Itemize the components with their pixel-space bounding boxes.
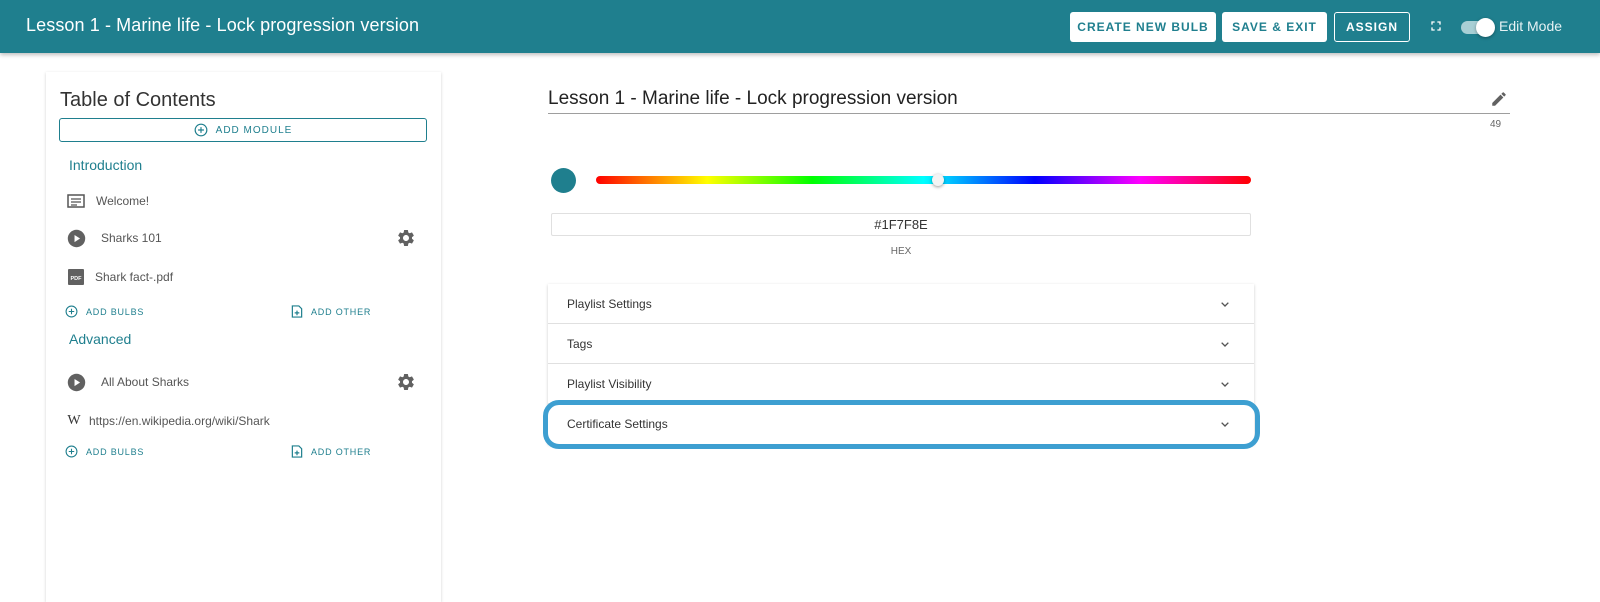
chevron-down-icon xyxy=(1221,422,1229,427)
add-other-button[interactable]: ADD OTHER xyxy=(291,305,371,318)
chevron-down-icon xyxy=(1221,302,1229,307)
wikipedia-icon: W xyxy=(67,413,81,428)
fullscreen-icon[interactable] xyxy=(1428,18,1444,34)
chevron-down-icon xyxy=(1221,382,1229,387)
accordion-playlist-visibility[interactable]: Playlist Visibility xyxy=(548,364,1254,404)
toc-title: Table of Contents xyxy=(60,89,216,111)
list-item-welcome[interactable]: Welcome! xyxy=(66,191,149,211)
add-circle-icon xyxy=(65,445,78,458)
add-file-icon xyxy=(291,445,303,458)
assign-button[interactable]: ASSIGN xyxy=(1334,12,1410,42)
chevron-down-icon xyxy=(1221,342,1229,347)
gear-icon[interactable] xyxy=(396,228,416,248)
hue-slider-handle[interactable] xyxy=(932,174,944,186)
color-swatch xyxy=(551,168,576,193)
accordion-label: Playlist Visibility xyxy=(567,377,652,391)
list-item-shark-fact-pdf[interactable]: PDF Shark fact-.pdf xyxy=(66,267,173,287)
settings-accordion: Playlist Settings Tags Playlist Visibili… xyxy=(548,284,1254,444)
add-other-label: ADD OTHER xyxy=(311,446,372,457)
playlist-name-value: Lesson 1 - Marine life - Lock progressio… xyxy=(548,88,958,109)
edit-mode-label: Edit Mode xyxy=(1499,18,1563,34)
pencil-icon[interactable] xyxy=(1490,90,1508,108)
list-item-sharks-101[interactable]: Sharks 101 xyxy=(66,228,162,248)
svg-text:PDF: PDF xyxy=(71,276,83,282)
item-label: Shark fact-.pdf xyxy=(95,270,174,284)
accordion-tags[interactable]: Tags xyxy=(548,324,1254,364)
add-circle-icon xyxy=(65,305,78,318)
add-module-label: ADD MODULE xyxy=(215,124,293,136)
accordion-certificate-settings[interactable]: Certificate Settings xyxy=(548,404,1254,444)
module-title-introduction[interactable]: Introduction xyxy=(69,157,142,173)
create-new-bulb-button[interactable]: CREATE NEW BULB xyxy=(1070,12,1216,42)
add-bulbs-label: ADD BULBS xyxy=(86,306,145,317)
playlist-name-input[interactable]: Lesson 1 - Marine life - Lock progressio… xyxy=(548,86,1510,114)
page-title: Lesson 1 - Marine life - Lock progressio… xyxy=(26,15,420,35)
add-circle-icon xyxy=(194,123,208,137)
add-bulbs-button[interactable]: ADD BULBS xyxy=(65,445,144,458)
item-label: Welcome! xyxy=(96,194,150,208)
gear-icon[interactable] xyxy=(396,372,416,392)
edit-mode-toggle[interactable] xyxy=(1461,17,1495,37)
top-app-bar: Lesson 1 - Marine life - Lock progressio… xyxy=(0,0,1600,53)
list-item-wikipedia-link[interactable]: W https://en.wikipedia.org/wiki/Shark xyxy=(66,411,270,431)
add-bulbs-button[interactable]: ADD BULBS xyxy=(65,305,144,318)
article-icon xyxy=(66,191,86,211)
accordion-playlist-settings[interactable]: Playlist Settings xyxy=(548,284,1254,324)
hue-slider[interactable] xyxy=(596,176,1251,184)
add-other-label: ADD OTHER xyxy=(311,306,372,317)
list-item-all-about-sharks[interactable]: All About Sharks xyxy=(66,372,189,392)
accordion-label: Tags xyxy=(567,337,593,351)
toggle-knob xyxy=(1476,18,1495,37)
accordion-label: Certificate Settings xyxy=(567,417,668,431)
add-module-button[interactable]: ADD MODULE xyxy=(59,118,427,142)
item-label: Sharks 101 xyxy=(101,231,162,245)
accordion-label: Playlist Settings xyxy=(567,297,652,311)
item-label: All About Sharks xyxy=(101,375,190,389)
hex-label: HEX xyxy=(890,246,912,257)
module-title-advanced[interactable]: Advanced xyxy=(69,331,131,347)
character-counter: 49 xyxy=(1490,119,1502,130)
table-of-contents-panel: Table of Contents ADD MODULE Introductio… xyxy=(46,72,441,602)
save-exit-button[interactable]: SAVE & EXIT xyxy=(1222,12,1327,42)
add-bulbs-label: ADD BULBS xyxy=(86,446,145,457)
pdf-icon: PDF xyxy=(66,267,86,287)
add-file-icon xyxy=(291,305,303,318)
play-circle-icon xyxy=(66,228,86,248)
add-other-button[interactable]: ADD OTHER xyxy=(291,445,371,458)
hex-color-input[interactable] xyxy=(551,213,1251,236)
item-label: https://en.wikipedia.org/wiki/Shark xyxy=(89,414,270,428)
play-circle-icon xyxy=(66,372,86,392)
